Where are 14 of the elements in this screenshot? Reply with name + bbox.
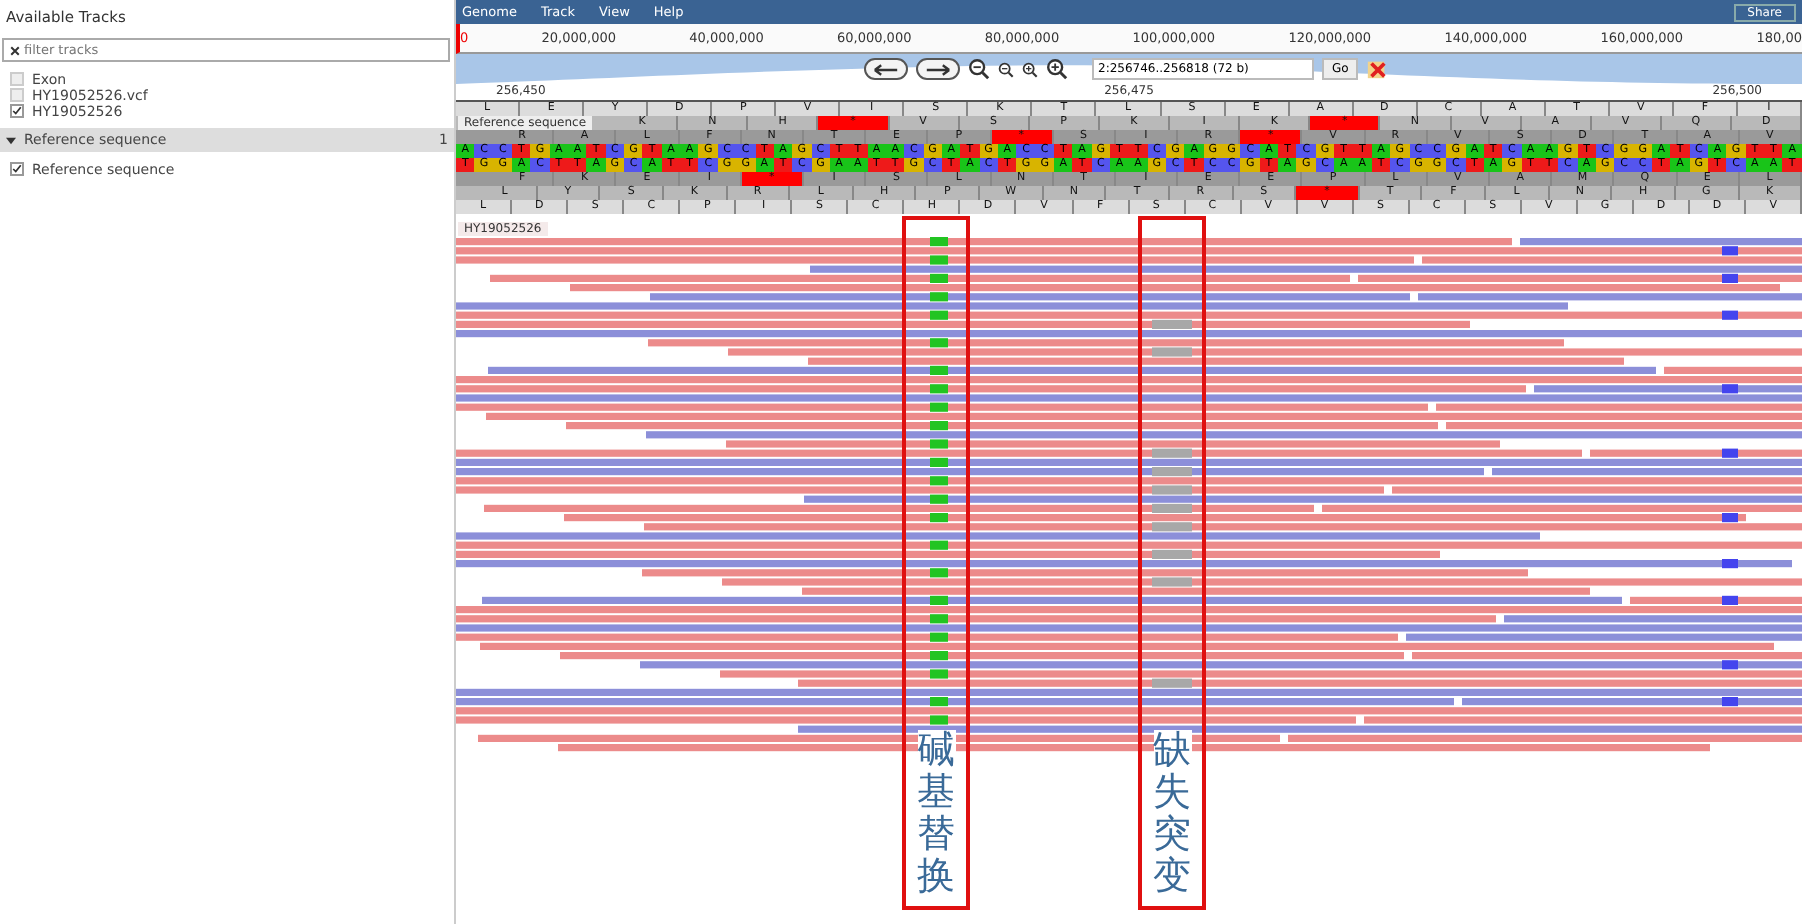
expand-icon (6, 135, 16, 145)
annotation-label: 缺失突变 (1153, 730, 1191, 898)
zoom-out-icon[interactable] (968, 58, 990, 80)
zoom-in-icon[interactable] (1046, 58, 1068, 80)
pan-right-button[interactable] (916, 58, 960, 80)
zoom-in-icon[interactable] (1022, 61, 1038, 77)
annotation-label: 碱基替换 (917, 730, 955, 898)
pan-left-button[interactable] (864, 58, 908, 80)
track-checkbox[interactable] (10, 104, 24, 118)
zoom-out-icon[interactable] (998, 61, 1014, 77)
right-arrow-icon (922, 61, 954, 77)
clear-icon[interactable] (10, 45, 20, 55)
left-arrow-icon (870, 61, 902, 77)
track-checkbox[interactable] (10, 162, 24, 176)
